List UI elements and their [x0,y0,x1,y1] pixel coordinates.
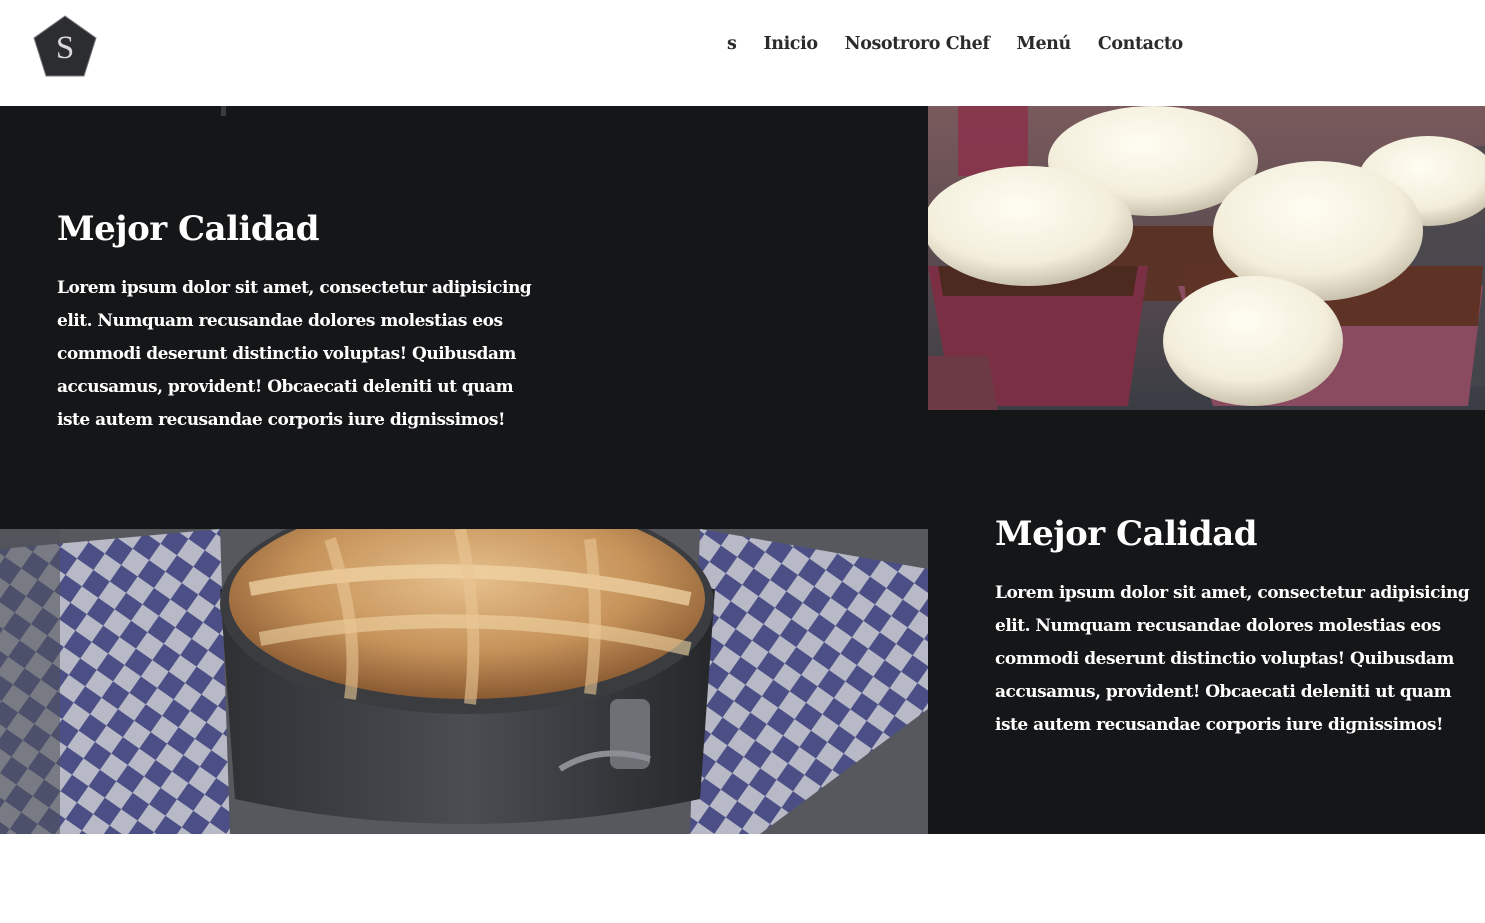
quality-block-1: Mejor Calidad Lorem ipsum dolor sit amet… [57,209,547,437]
cupcakes-image [928,106,1485,410]
nav-link-s[interactable]: s [727,34,737,54]
site-header: S s Inicio Nosotroro Chef Menú Contacto [0,0,1485,106]
section-title: Mejor Calidad [57,209,320,249]
main-nav: s Inicio Nosotroro Chef Menú Contacto [727,34,1210,54]
apple-pie-photo [0,529,928,834]
nav-link-contacto[interactable]: Contacto [1098,34,1183,54]
cupcakes-photo [928,106,1485,410]
section-text: Lorem ipsum dolor sit amet, consectetur … [57,278,532,430]
nav-link-chef[interactable]: Nosotroro Chef [845,34,990,54]
decorative-mark [221,106,226,116]
apple-pie-image [0,529,928,834]
logo[interactable]: S [33,15,97,77]
section-text: Lorem ipsum dolor sit amet, consectetur … [995,583,1470,735]
nav-link-inicio[interactable]: Inicio [763,34,818,54]
pentagon-logo-icon: S [33,15,97,77]
nav-link-menu[interactable]: Menú [1016,34,1071,54]
logo-letter: S [56,30,74,66]
section-title: Mejor Calidad [995,514,1258,554]
quality-block-2: Mejor Calidad Lorem ipsum dolor sit amet… [995,514,1475,742]
